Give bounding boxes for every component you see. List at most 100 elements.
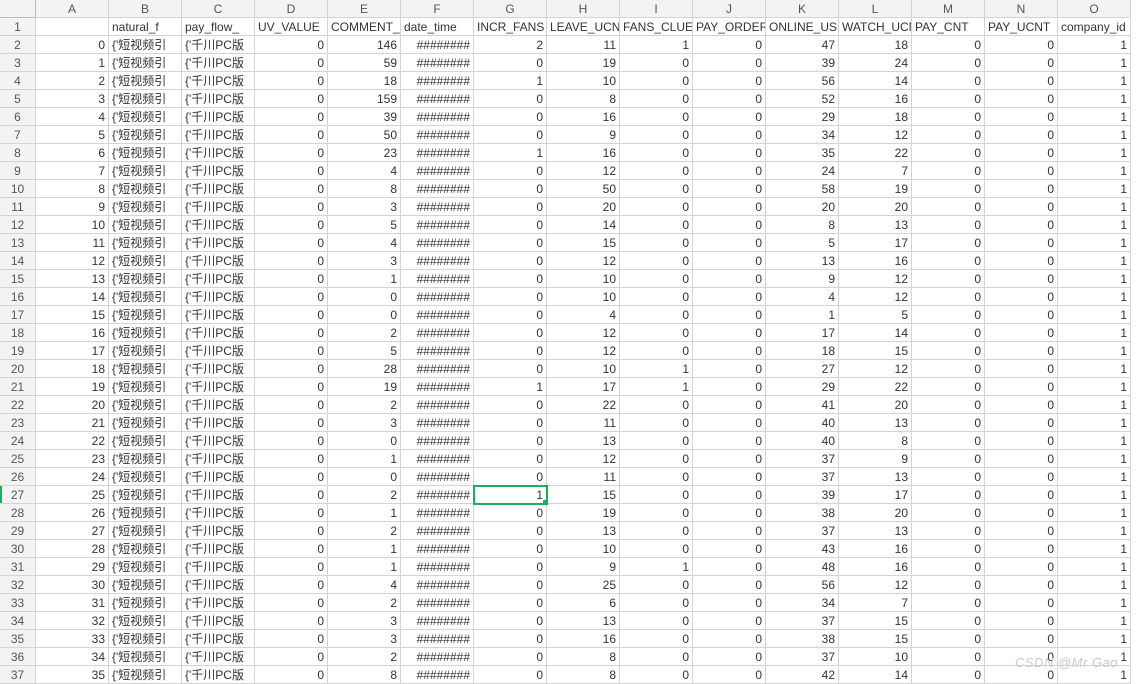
cell[interactable]: ######## (401, 72, 474, 90)
cell[interactable]: 0 (255, 108, 328, 126)
row-header-28[interactable]: 28 (0, 504, 36, 522)
cell[interactable]: 1 (620, 558, 693, 576)
cell[interactable]: 16 (839, 90, 912, 108)
cell[interactable]: 56 (766, 576, 839, 594)
cell[interactable]: 0 (985, 396, 1058, 414)
cell[interactable]: 1 (1058, 108, 1131, 126)
row-header-11[interactable]: 11 (0, 198, 36, 216)
cell[interactable]: 1 (1058, 396, 1131, 414)
cell[interactable]: {'短视频引 (109, 378, 182, 396)
cell[interactable]: {'千川PC版 (182, 180, 255, 198)
cell[interactable]: 0 (474, 234, 547, 252)
cell[interactable]: 0 (620, 630, 693, 648)
cell[interactable]: {'短视频引 (109, 72, 182, 90)
cell[interactable]: 13 (839, 216, 912, 234)
cell[interactable]: 3 (328, 630, 401, 648)
cell[interactable]: 0 (620, 72, 693, 90)
cell[interactable]: 13 (36, 270, 109, 288)
cell[interactable]: 5 (36, 126, 109, 144)
cell[interactable]: 0 (912, 612, 985, 630)
cell[interactable]: 1 (1058, 540, 1131, 558)
cell[interactable]: 17 (839, 486, 912, 504)
cell[interactable]: 2 (328, 396, 401, 414)
cell[interactable]: 0 (912, 342, 985, 360)
cell[interactable]: {'短视频引 (109, 36, 182, 54)
row-header-4[interactable]: 4 (0, 72, 36, 90)
cell[interactable]: 25 (547, 576, 620, 594)
cell[interactable]: 1 (1058, 522, 1131, 540)
cell[interactable]: {'千川PC版 (182, 414, 255, 432)
cell[interactable]: 28 (36, 540, 109, 558)
cell[interactable]: 38 (766, 504, 839, 522)
cell[interactable]: 0 (693, 576, 766, 594)
cell[interactable]: 20 (839, 504, 912, 522)
row-header-6[interactable]: 6 (0, 108, 36, 126)
cell[interactable]: 146 (328, 36, 401, 54)
cell[interactable]: 1 (328, 450, 401, 468)
cell[interactable]: 0 (693, 558, 766, 576)
row-header-31[interactable]: 31 (0, 558, 36, 576)
cell[interactable]: 0 (255, 270, 328, 288)
cell[interactable]: ######## (401, 324, 474, 342)
cell[interactable]: 0 (620, 450, 693, 468)
row-header-12[interactable]: 12 (0, 216, 36, 234)
cell[interactable]: {'短视频引 (109, 414, 182, 432)
cell[interactable]: 0 (693, 36, 766, 54)
cell[interactable]: {'千川PC版 (182, 216, 255, 234)
cell[interactable]: 5 (839, 306, 912, 324)
cell[interactable]: 0 (912, 144, 985, 162)
cell[interactable]: {'千川PC版 (182, 468, 255, 486)
cell[interactable]: 0 (985, 126, 1058, 144)
cell[interactable]: 0 (693, 288, 766, 306)
cell[interactable]: 23 (328, 144, 401, 162)
cell[interactable]: 0 (985, 108, 1058, 126)
cell[interactable]: 0 (474, 306, 547, 324)
header-cell[interactable]: LEAVE_UCN (547, 18, 620, 36)
cell[interactable]: 0 (474, 396, 547, 414)
cell[interactable]: 8 (328, 180, 401, 198)
cell[interactable]: 0 (693, 270, 766, 288)
cell[interactable]: 4 (36, 108, 109, 126)
cell[interactable]: {'千川PC版 (182, 666, 255, 684)
cell[interactable]: 0 (693, 90, 766, 108)
cell[interactable]: 1 (1058, 72, 1131, 90)
cell[interactable]: 13 (547, 612, 620, 630)
cell[interactable]: 15 (547, 486, 620, 504)
cell[interactable]: 16 (839, 558, 912, 576)
cell[interactable]: 0 (328, 306, 401, 324)
header-cell[interactable]: UV_VALUE (255, 18, 328, 36)
cell[interactable]: 0 (255, 648, 328, 666)
cell[interactable]: 11 (547, 468, 620, 486)
cell[interactable]: 0 (985, 630, 1058, 648)
cell[interactable]: 1 (1058, 612, 1131, 630)
cell[interactable]: 1 (1058, 288, 1131, 306)
cell[interactable]: {'短视频引 (109, 162, 182, 180)
cell[interactable]: {'千川PC版 (182, 54, 255, 72)
header-cell[interactable]: company_id (1058, 18, 1131, 36)
cell[interactable]: 0 (985, 252, 1058, 270)
cell[interactable]: 12 (547, 324, 620, 342)
cell[interactable]: 0 (693, 630, 766, 648)
cell[interactable]: 0 (693, 486, 766, 504)
header-cell[interactable]: ONLINE_US (766, 18, 839, 36)
cell[interactable]: 0 (474, 90, 547, 108)
cell[interactable]: 0 (255, 324, 328, 342)
cell[interactable]: {'短视频引 (109, 630, 182, 648)
cell[interactable]: 0 (985, 414, 1058, 432)
col-header-D[interactable]: D (255, 0, 328, 18)
col-header-K[interactable]: K (766, 0, 839, 18)
cell[interactable]: {'短视频引 (109, 504, 182, 522)
cell[interactable]: 1 (328, 504, 401, 522)
cell[interactable]: 0 (693, 216, 766, 234)
cell[interactable]: 0 (985, 576, 1058, 594)
cell[interactable]: 0 (693, 360, 766, 378)
cell[interactable]: 12 (547, 162, 620, 180)
cell[interactable]: 5 (328, 342, 401, 360)
cell[interactable]: 0 (474, 504, 547, 522)
cell[interactable]: 0 (255, 594, 328, 612)
cell[interactable]: 0 (474, 576, 547, 594)
cell[interactable]: 0 (912, 108, 985, 126)
cell[interactable]: 1 (1058, 54, 1131, 72)
cell[interactable]: 159 (328, 90, 401, 108)
cell[interactable]: 13 (839, 414, 912, 432)
